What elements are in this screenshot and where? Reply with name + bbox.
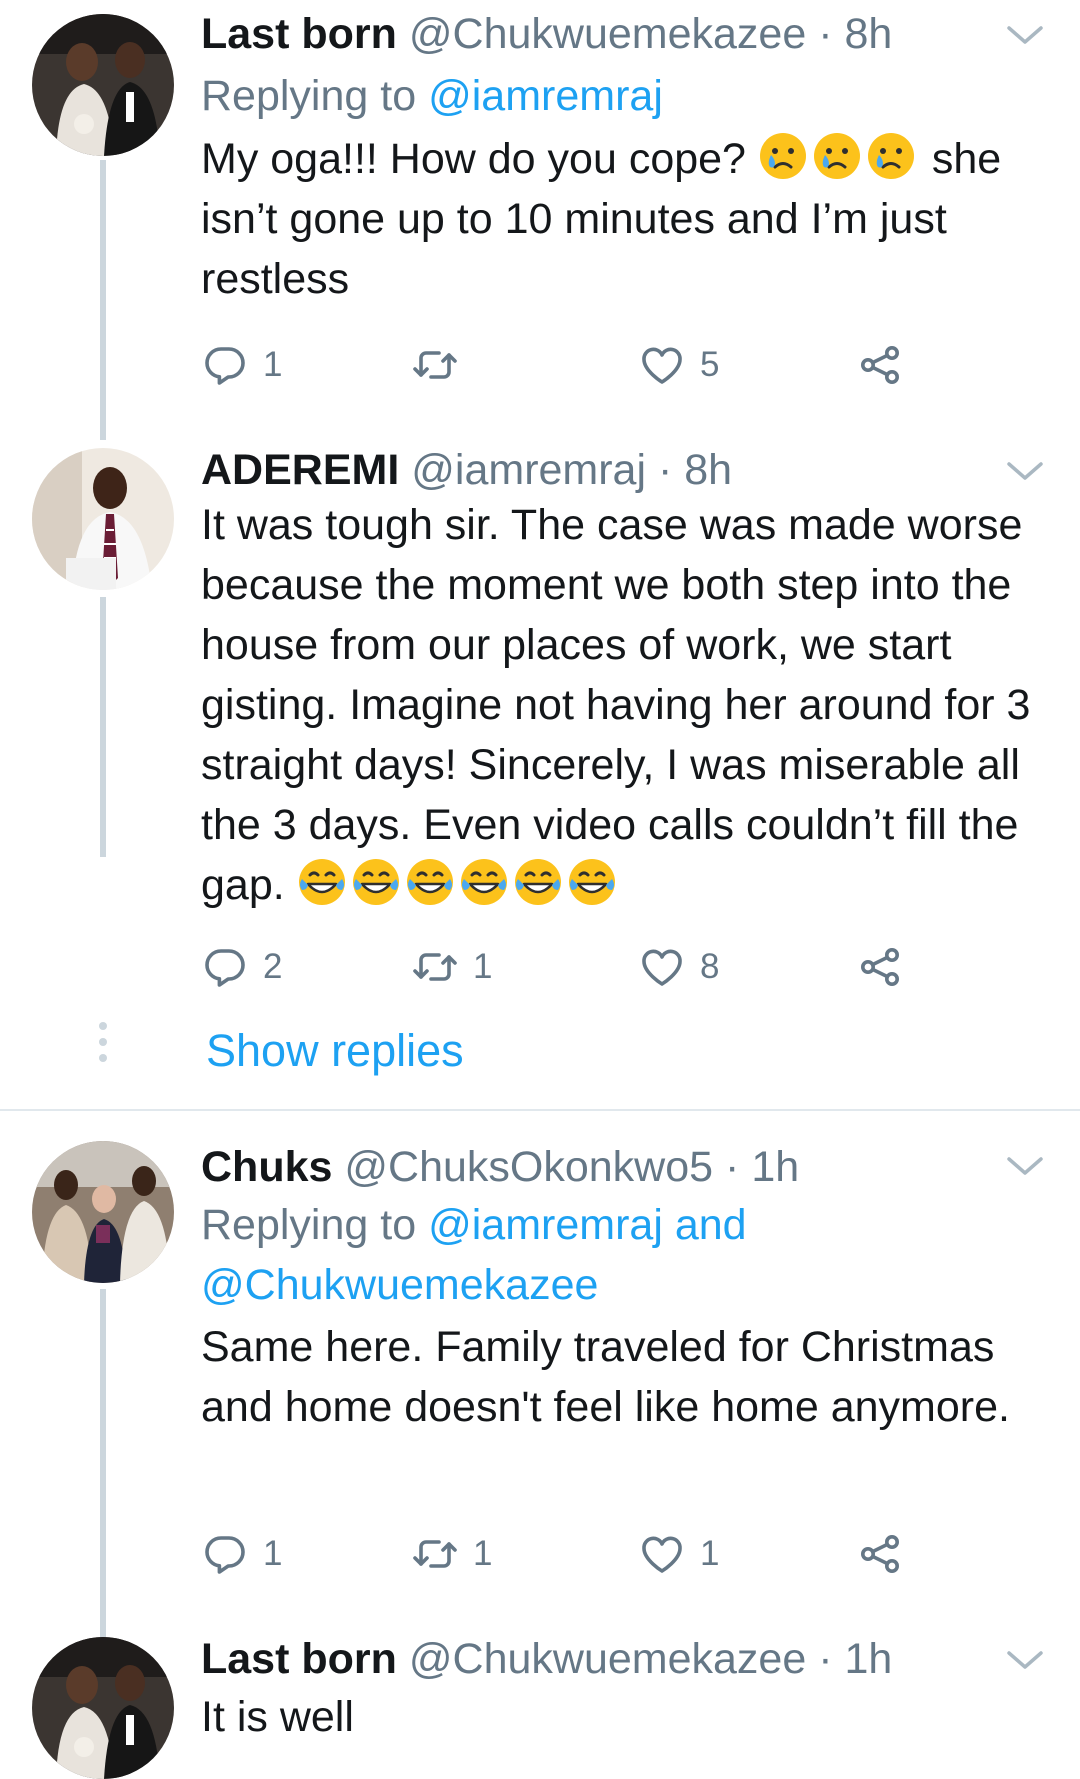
avatar[interactable] bbox=[32, 1141, 174, 1283]
like-icon bbox=[638, 1530, 686, 1578]
timestamp[interactable]: 1h bbox=[845, 1635, 893, 1683]
avatar[interactable] bbox=[32, 448, 174, 590]
replying-prefix: Replying to bbox=[201, 1201, 417, 1249]
like-button[interactable]: 8 bbox=[638, 942, 719, 992]
user-handle[interactable]: @Chukwuemekazee bbox=[409, 1635, 806, 1683]
share-button[interactable] bbox=[856, 1529, 904, 1579]
reply-count: 2 bbox=[263, 947, 283, 986]
replying-to: Replying to @iamremraj bbox=[201, 66, 1041, 126]
timestamp[interactable]: 8h bbox=[684, 446, 732, 494]
reply-count: 1 bbox=[263, 345, 283, 384]
share-icon bbox=[856, 943, 904, 991]
share-icon bbox=[856, 341, 904, 389]
reply-button[interactable]: 1 bbox=[201, 340, 282, 390]
replying-prefix: Replying to bbox=[201, 72, 417, 120]
like-count: 8 bbox=[700, 947, 720, 986]
crying-face-icon bbox=[758, 131, 808, 181]
tears-of-joy-icon bbox=[459, 857, 509, 907]
reply-icon bbox=[201, 1530, 249, 1578]
crying-face-icon bbox=[812, 131, 862, 181]
user-handle[interactable]: @ChuksOkonkwo5 bbox=[344, 1143, 713, 1191]
tweet-header: Last born @Chukwuemekazee · 8h bbox=[201, 4, 892, 64]
mention-link[interactable]: @Chukwuemekazee bbox=[201, 1261, 598, 1309]
tweet-actions: 2 1 8 bbox=[201, 942, 921, 992]
like-count: 5 bbox=[700, 345, 720, 384]
tweet-actions: 1 1 1 bbox=[201, 1529, 921, 1579]
tears-of-joy-icon bbox=[351, 857, 401, 907]
tears-of-joy-icon bbox=[405, 857, 455, 907]
like-button[interactable]: 5 bbox=[638, 340, 719, 390]
reply-button[interactable]: 2 bbox=[201, 942, 282, 992]
tweet-text: My oga!!! How do you cope? she isn’t gon… bbox=[201, 129, 1046, 309]
tweet-4[interactable]: Last born @Chukwuemekazee · 1h It is wel… bbox=[0, 1629, 1080, 1779]
replying-and[interactable]: and bbox=[675, 1201, 747, 1249]
show-replies-link[interactable]: Show replies bbox=[206, 1021, 464, 1081]
chevron-down-icon[interactable] bbox=[1003, 1151, 1047, 1181]
avatar[interactable] bbox=[32, 14, 174, 156]
tweet-text-part: Same here. Family traveled for Christmas… bbox=[201, 1323, 1010, 1431]
like-count: 1 bbox=[700, 1534, 720, 1573]
retweet-count: 1 bbox=[473, 1534, 493, 1573]
avatar[interactable] bbox=[32, 1637, 174, 1779]
user-handle[interactable]: @Chukwuemekazee bbox=[409, 10, 806, 58]
tears-of-joy-icon bbox=[513, 857, 563, 907]
crying-face-icon bbox=[866, 131, 916, 181]
retweet-button[interactable]: 1 bbox=[411, 942, 492, 992]
tweet-text: It was tough sir. The case was made wors… bbox=[201, 495, 1046, 915]
separator: · bbox=[725, 1143, 740, 1191]
tweet-text-part: My oga!!! How do you cope? bbox=[201, 135, 746, 183]
like-icon bbox=[638, 341, 686, 389]
reply-count: 1 bbox=[263, 1534, 283, 1573]
display-name[interactable]: ADEREMI bbox=[201, 446, 399, 494]
timestamp[interactable]: 1h bbox=[751, 1143, 799, 1191]
tears-of-joy-icon bbox=[297, 857, 347, 907]
retweet-count: 1 bbox=[473, 947, 493, 986]
mention-link[interactable]: @iamremraj bbox=[428, 1201, 663, 1249]
thread-line bbox=[100, 1289, 106, 1637]
retweet-button[interactable] bbox=[411, 340, 473, 390]
tweet-2[interactable]: ADEREMI @iamremraj · 8h It was tough sir… bbox=[0, 440, 1080, 1110]
tweet-header: Chuks @ChuksOkonkwo5 · 1h bbox=[201, 1137, 799, 1197]
reply-icon bbox=[201, 341, 249, 389]
tears-of-joy-icon bbox=[567, 857, 617, 907]
retweet-icon bbox=[411, 1530, 459, 1578]
tweet-header: Last born @Chukwuemekazee · 1h bbox=[201, 1629, 892, 1689]
display-name[interactable]: Chuks bbox=[201, 1143, 332, 1191]
chevron-down-icon[interactable] bbox=[1003, 456, 1047, 486]
tweet-3[interactable]: Chuks @ChuksOkonkwo5 · 1h Replying to @i… bbox=[0, 1137, 1080, 1637]
tweet-1[interactable]: Last born @Chukwuemekazee · 8h Replying … bbox=[0, 0, 1080, 440]
tweet-header: ADEREMI @iamremraj · 8h bbox=[201, 440, 732, 500]
tweet-text-part: It is well bbox=[201, 1693, 354, 1741]
divider bbox=[0, 1109, 1080, 1111]
share-icon bbox=[856, 1530, 904, 1578]
separator: · bbox=[818, 10, 833, 58]
reply-icon bbox=[201, 943, 249, 991]
display-name[interactable]: Last born bbox=[201, 1635, 397, 1683]
like-icon bbox=[638, 943, 686, 991]
share-button[interactable] bbox=[856, 942, 904, 992]
thread-dots bbox=[98, 1022, 108, 1070]
tweet-text-part: It was tough sir. The case was made wors… bbox=[201, 501, 1031, 909]
user-handle[interactable]: @iamremraj bbox=[411, 446, 646, 494]
retweet-icon bbox=[411, 341, 459, 389]
chevron-down-icon[interactable] bbox=[1003, 1645, 1047, 1675]
chevron-down-icon[interactable] bbox=[1003, 20, 1047, 50]
tweet-actions: 1 5 bbox=[201, 340, 921, 390]
thread-line bbox=[100, 597, 106, 857]
share-button[interactable] bbox=[856, 340, 904, 390]
reply-button[interactable]: 1 bbox=[201, 1529, 282, 1579]
mention-link[interactable]: @iamremraj bbox=[428, 72, 663, 120]
replying-to: Replying to @iamremraj and @Chukwuemekaz… bbox=[201, 1195, 1041, 1315]
like-button[interactable]: 1 bbox=[638, 1529, 719, 1579]
retweet-icon bbox=[411, 943, 459, 991]
separator: · bbox=[818, 1635, 833, 1683]
timestamp[interactable]: 8h bbox=[845, 10, 893, 58]
separator: · bbox=[657, 446, 673, 494]
tweet-text: Same here. Family traveled for Christmas… bbox=[201, 1317, 1046, 1437]
tweet-text: It is well bbox=[201, 1687, 1046, 1747]
display-name[interactable]: Last born bbox=[201, 10, 397, 58]
retweet-button[interactable]: 1 bbox=[411, 1529, 492, 1579]
thread-line bbox=[100, 160, 106, 440]
